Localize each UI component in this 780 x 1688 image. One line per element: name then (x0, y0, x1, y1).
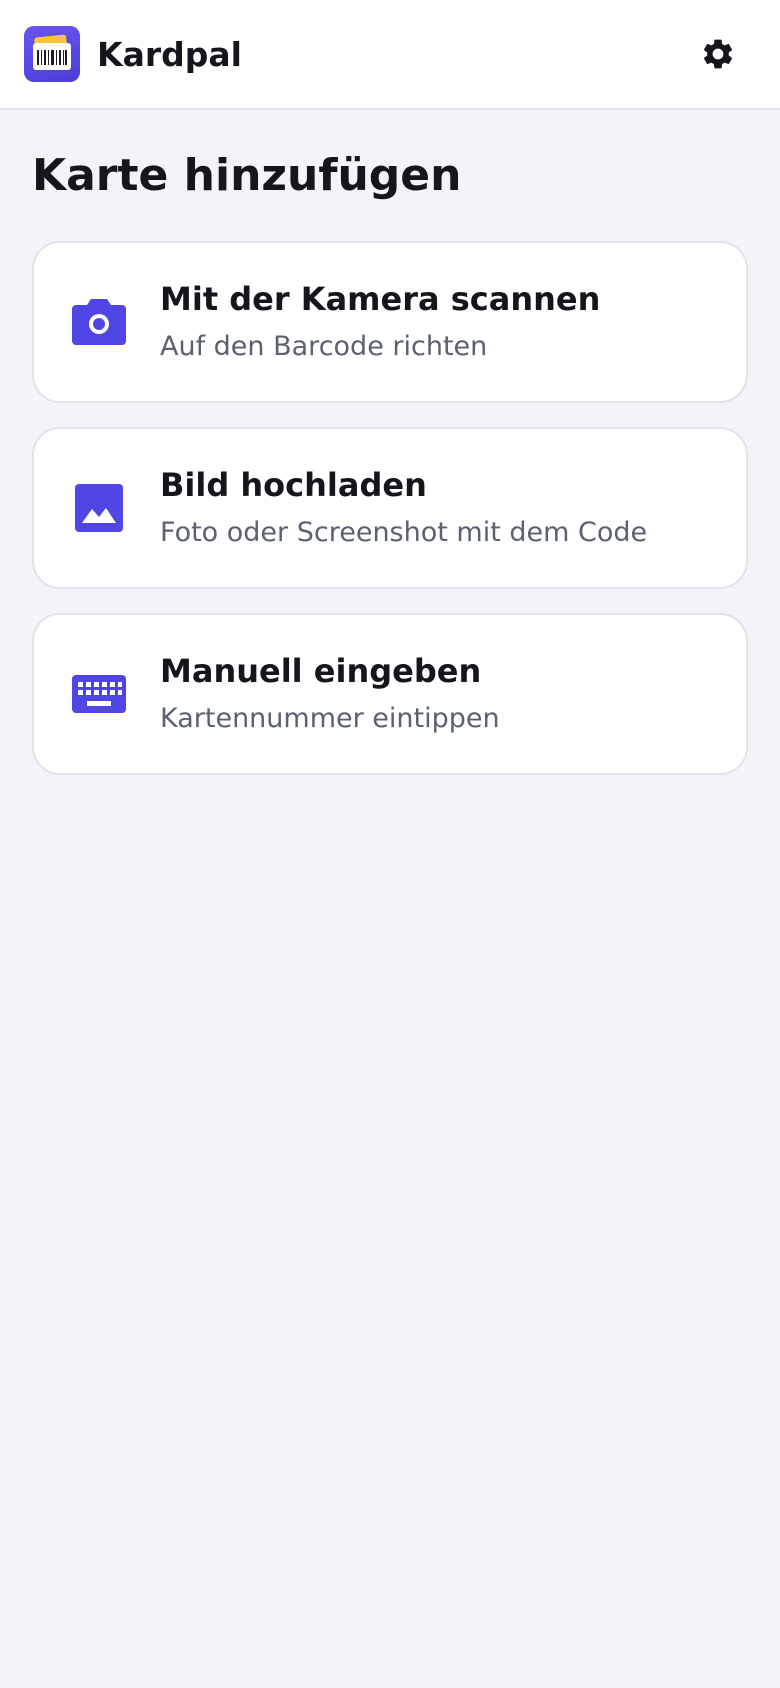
option-title: Mit der Kamera scannen (160, 280, 601, 319)
option-title: Manuell eingeben (160, 652, 482, 691)
option-subtitle: Foto oder Screenshot mit dem Code (160, 516, 648, 548)
scan-camera-option[interactable]: Mit der Kamera scannen Auf den Barcode r… (32, 240, 748, 403)
gear-icon (703, 39, 733, 69)
page-title: Karte hinzufügen (32, 150, 462, 201)
settings-button[interactable] (690, 26, 746, 82)
option-subtitle: Auf den Barcode richten (160, 330, 488, 362)
upload-image-option[interactable]: Bild hochladen Foto oder Screenshot mit … (32, 426, 748, 589)
barcode-card-icon (24, 26, 80, 82)
add-card-options: Mit der Kamera scannen Auf den Barcode r… (32, 240, 748, 775)
app-header: Kardpal (0, 0, 780, 110)
image-icon (69, 478, 129, 538)
manual-entry-option[interactable]: Manuell eingeben Kartennummer eintippen (32, 612, 748, 775)
option-title: Bild hochladen (160, 466, 427, 505)
camera-icon (69, 292, 129, 352)
app-title: Kardpal (97, 34, 242, 74)
keyboard-icon (69, 664, 129, 724)
option-subtitle: Kartennummer eintippen (160, 702, 500, 734)
